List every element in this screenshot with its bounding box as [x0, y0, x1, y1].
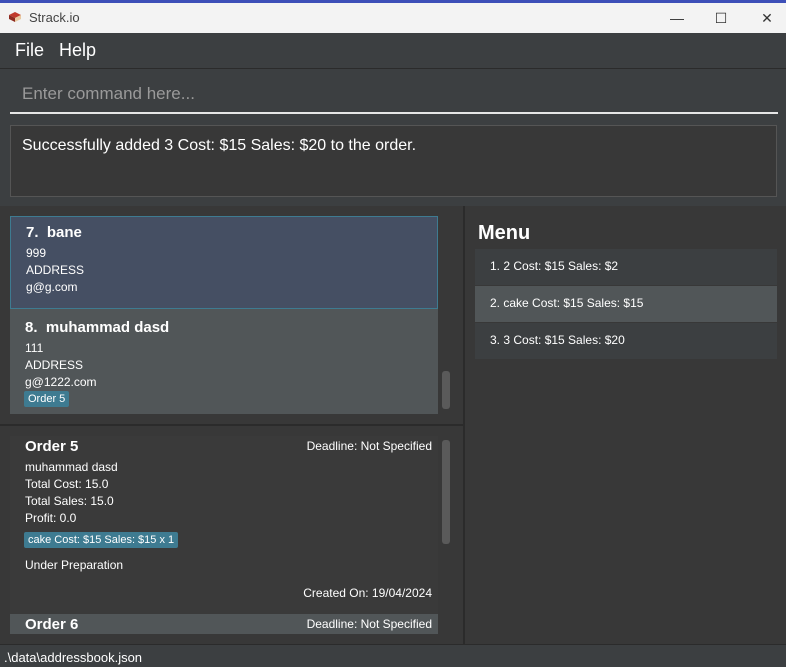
title-bar[interactable]: Strack.io — ☐ ✕ [0, 3, 786, 33]
order-total-sales: Total Sales: 15.0 [25, 494, 114, 508]
person-card[interactable]: 8. muhammad dasd 111 ADDRESS g@1222.com … [10, 309, 438, 414]
app-logo-icon [9, 12, 21, 22]
data-file-path: .\data\addressbook.json [4, 650, 143, 665]
status-bar: .\data\addressbook.json [0, 644, 786, 667]
menu-help[interactable]: Help [59, 40, 96, 61]
menu-list-item[interactable]: 1. 2 Cost: $15 Sales: $2 [475, 249, 777, 285]
order-created-date: Created On: 19/04/2024 [303, 586, 432, 600]
menu-list-item[interactable]: 2. cake Cost: $15 Sales: $15 [475, 286, 777, 322]
command-box [10, 76, 784, 114]
window-title: Strack.io [29, 10, 80, 25]
result-message: Successfully added 3 Cost: $15 Sales: $2… [22, 137, 417, 154]
person-list[interactable]: 7. bane 999 ADDRESS g@g.com 8. muhammad … [10, 216, 438, 414]
order-deadline: Deadline: Not Specified [306, 617, 432, 631]
list-divider[interactable] [0, 424, 463, 426]
minimize-button[interactable]: — [654, 3, 700, 33]
person-name: 7. bane [26, 224, 82, 241]
order-total-cost: Total Cost: 15.0 [25, 477, 109, 491]
person-name: 8. muhammad dasd [25, 319, 169, 336]
order-list-scrollbar[interactable] [442, 440, 450, 544]
order-list[interactable]: Order 5 Deadline: Not Specified muhammad… [10, 436, 438, 634]
person-index: 7. [26, 224, 39, 241]
person-email: g@1222.com [25, 375, 97, 389]
order-customer: muhammad dasd [25, 460, 118, 474]
person-email: g@g.com [26, 280, 78, 294]
person-index: 8. [25, 319, 38, 336]
maximize-button[interactable]: ☐ [698, 3, 744, 33]
menu-item-text: 1. 2 Cost: $15 Sales: $2 [490, 259, 619, 273]
person-address: ADDRESS [26, 263, 85, 277]
command-input[interactable] [10, 76, 784, 112]
menu-bar: File Help [0, 33, 786, 69]
person-phone: 111 [25, 341, 44, 355]
order-card[interactable]: Order 6 Deadline: Not Specified [10, 614, 438, 634]
order-profit: Profit: 0.0 [25, 511, 77, 525]
person-tag: Order 5 [24, 391, 70, 407]
order-item-tag: cake Cost: $15 Sales: $15 x 1 [24, 532, 179, 548]
menu-list-item[interactable]: 3. 3 Cost: $15 Sales: $20 [475, 323, 777, 359]
result-display: Successfully added 3 Cost: $15 Sales: $2… [10, 125, 777, 197]
person-phone: 999 [26, 246, 47, 260]
menu-item-text: 2. cake Cost: $15 Sales: $15 [490, 296, 644, 310]
order-status: Under Preparation [25, 558, 124, 572]
person-address: ADDRESS [25, 358, 84, 372]
order-card[interactable]: Order 5 Deadline: Not Specified muhammad… [10, 436, 438, 614]
menu-item-text: 3. 3 Cost: $15 Sales: $20 [490, 333, 625, 347]
menu-file[interactable]: File [15, 40, 44, 61]
person-name-text: bane [46, 224, 82, 241]
order-title: Order 6 [25, 616, 79, 633]
order-deadline: Deadline: Not Specified [306, 439, 432, 453]
person-card[interactable]: 7. bane 999 ADDRESS g@g.com [10, 216, 438, 309]
menu-title: Menu [478, 222, 531, 244]
person-name-text: muhammad dasd [45, 319, 170, 336]
order-title: Order 5 [25, 438, 79, 455]
person-list-scrollbar[interactable] [442, 371, 450, 409]
close-button[interactable]: ✕ [744, 3, 786, 33]
